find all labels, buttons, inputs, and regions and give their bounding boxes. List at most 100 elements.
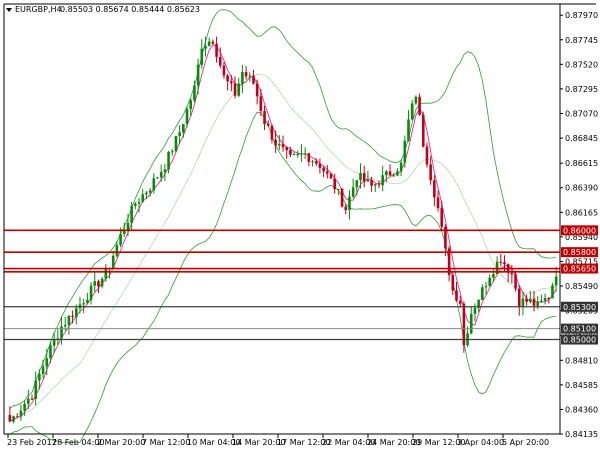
candle-body bbox=[167, 151, 170, 170]
candle-body bbox=[340, 188, 344, 207]
ma-line bbox=[9, 44, 557, 422]
candle-body bbox=[104, 269, 108, 279]
candle-body bbox=[63, 324, 67, 327]
candle bbox=[141, 188, 145, 203]
candle bbox=[86, 292, 89, 304]
candle-body bbox=[469, 313, 473, 334]
symbol-label: EURGBP,H4 bbox=[15, 5, 62, 14]
candle-body bbox=[41, 366, 45, 375]
candle bbox=[89, 281, 93, 305]
candle-body bbox=[462, 303, 466, 346]
candle-body bbox=[119, 233, 122, 245]
candle bbox=[373, 183, 377, 192]
candle-body bbox=[421, 114, 425, 147]
price-levels[interactable] bbox=[4, 229, 560, 341]
candle bbox=[307, 152, 311, 167]
candle-body bbox=[185, 109, 189, 124]
candle-body bbox=[337, 188, 340, 190]
candle-body bbox=[178, 132, 181, 137]
candle-body bbox=[529, 298, 532, 302]
candle-body bbox=[222, 65, 226, 76]
candle-body bbox=[318, 163, 322, 168]
candle-body bbox=[514, 274, 517, 289]
candle bbox=[455, 281, 458, 302]
candle-body bbox=[388, 171, 392, 176]
candle-body bbox=[86, 299, 89, 304]
candle-body bbox=[307, 153, 311, 162]
candle-body bbox=[499, 261, 503, 263]
candle bbox=[433, 175, 436, 207]
candle-body bbox=[259, 96, 263, 111]
dropdown-triangle-icon[interactable] bbox=[6, 8, 12, 12]
candle-body bbox=[492, 273, 495, 278]
x-tick-label: 23 Feb 2017 bbox=[7, 438, 57, 447]
candle bbox=[407, 110, 410, 142]
candle bbox=[311, 159, 314, 167]
level-label-text: 0.85100 bbox=[563, 325, 596, 334]
candle-body bbox=[148, 190, 152, 193]
y-tick-label: 0.87070 bbox=[565, 109, 598, 118]
bollinger-middle bbox=[9, 74, 557, 422]
candle-body bbox=[473, 307, 477, 314]
candle bbox=[156, 177, 159, 179]
candle-body bbox=[333, 178, 336, 190]
candle-body bbox=[359, 173, 362, 181]
candle-body bbox=[407, 119, 410, 141]
candle-body bbox=[74, 308, 78, 318]
candle bbox=[543, 293, 547, 305]
candle bbox=[30, 394, 34, 400]
candle-body bbox=[396, 171, 399, 176]
candle bbox=[285, 146, 288, 159]
candle bbox=[351, 178, 355, 199]
candle bbox=[425, 142, 429, 168]
chart-window[interactable]: 0.87970 0.87745 0.87520 0.87295 0.87070 0.868… bbox=[0, 0, 600, 450]
candle-body bbox=[377, 184, 381, 186]
y-axis: 0.87970 0.87745 0.87520 0.87295 0.87070 0.868… bbox=[560, 11, 598, 439]
x-tick-label: 7 Mar 12:00 bbox=[142, 438, 190, 447]
candle bbox=[403, 135, 407, 168]
chart-header: EURGBP,H4 0.85503 0.85674 0.85444 0.8562… bbox=[6, 5, 200, 14]
y-tick-label: 0.87295 bbox=[565, 85, 598, 94]
candle bbox=[399, 160, 403, 177]
candle bbox=[355, 180, 359, 196]
y-tick-label: 0.87745 bbox=[565, 36, 598, 45]
candle-body bbox=[289, 150, 292, 155]
price-chart[interactable]: 0.87970 0.87745 0.87520 0.87295 0.87070 0.868… bbox=[0, 0, 600, 450]
candle-body bbox=[274, 139, 277, 146]
candle-body bbox=[19, 410, 23, 417]
candle bbox=[540, 294, 543, 303]
candle-body bbox=[551, 285, 554, 299]
candle-body bbox=[536, 302, 539, 306]
candle-body bbox=[111, 255, 115, 268]
candle-body bbox=[100, 278, 104, 287]
y-tick-label: 0.84135 bbox=[565, 430, 598, 439]
y-tick-label: 0.84360 bbox=[565, 405, 598, 414]
candle bbox=[532, 290, 536, 312]
candle-body bbox=[196, 64, 200, 86]
candle bbox=[436, 190, 440, 212]
x-tick-label: 2 Mar 20:00 bbox=[97, 438, 145, 447]
candle-body bbox=[270, 125, 274, 140]
candle bbox=[226, 73, 229, 91]
candle-body bbox=[510, 272, 514, 275]
candle-body bbox=[281, 144, 285, 148]
candle-body bbox=[89, 285, 93, 300]
candle-body bbox=[145, 192, 148, 195]
candle-body bbox=[373, 184, 377, 186]
candle-body bbox=[266, 123, 270, 126]
candle-body bbox=[182, 123, 185, 133]
candle bbox=[252, 69, 255, 85]
candle bbox=[340, 187, 344, 208]
candle bbox=[93, 271, 97, 293]
level-label-text: 0.86000 bbox=[563, 226, 596, 235]
candle bbox=[318, 158, 322, 174]
candle bbox=[67, 315, 71, 335]
candle bbox=[410, 99, 414, 121]
candle-body bbox=[429, 164, 432, 181]
y-tick-label: 0.85490 bbox=[565, 282, 598, 291]
candle bbox=[444, 224, 447, 257]
candle-body bbox=[263, 110, 266, 124]
candle-body bbox=[248, 75, 252, 77]
candle bbox=[174, 135, 178, 153]
candle bbox=[488, 274, 492, 287]
